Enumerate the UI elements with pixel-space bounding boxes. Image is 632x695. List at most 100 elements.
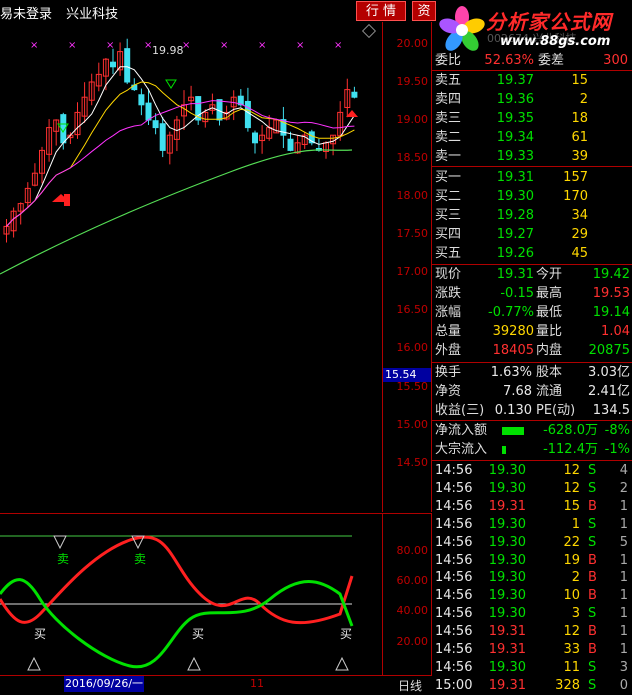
quote-label: 总量 (435, 324, 462, 339)
price-tick: 16.50 (396, 303, 429, 316)
quote-value: -0.77% (488, 305, 534, 320)
tick-volume: 2 (571, 570, 580, 586)
quote-row: 总量 39280 量比 1.04 (432, 323, 632, 341)
divider (432, 166, 632, 167)
tick-row: 15:00 19.31 328 S 0 (432, 677, 632, 695)
tick-side: S (588, 480, 597, 496)
tick-price: 19.31 (488, 498, 526, 514)
ratio-value: 52.63% (484, 53, 534, 68)
date-tick: 11 (250, 677, 264, 690)
tick-price: 19.31 (488, 677, 526, 693)
flow-row: 大宗流入 -112.4万 -1% (432, 441, 632, 459)
divider (432, 420, 632, 421)
ask-row[interactable]: 卖三 19.35 18 (432, 110, 632, 128)
bid-row[interactable]: 买一 19.31 157 (432, 169, 632, 187)
bid-volume: 29 (571, 227, 588, 242)
quote-panel: 委比 52.63% 委差 300 卖五 19.37 15 卖四 19.36 2 … (432, 22, 632, 694)
buy-signal-label: 买 (34, 627, 47, 641)
bid-volume: 45 (571, 246, 588, 261)
tick-volume: 12 (563, 480, 580, 496)
bid-price: 19.27 (496, 227, 534, 242)
quote-row: 现价 19.31 今开 19.42 (432, 266, 632, 284)
tick-count: 1 (619, 642, 628, 657)
candle-body (287, 138, 294, 151)
quote-value-2: 20875 (588, 343, 630, 358)
oscillator-axis: 80.00 60.00 40.00 20.00 (383, 513, 432, 675)
tick-time: 14:56 (435, 480, 473, 496)
top-marker: × (30, 40, 38, 51)
candlestick-chart[interactable]: × × × × × × × × × 19.98 (0, 22, 383, 512)
price-tick: 15.00 (396, 418, 429, 431)
tick-time: 14:56 (435, 588, 473, 604)
bid-row[interactable]: 买五 19.26 45 (432, 245, 632, 263)
flow-pct: -8% (604, 423, 630, 438)
tick-row: 14:56 19.30 2 B 1 (432, 569, 632, 587)
tick-volume: 19 (563, 552, 580, 568)
period-selector[interactable]: 日线 (398, 677, 422, 694)
capital-value-2: 134.5 (592, 403, 630, 418)
ask-row[interactable]: 卖一 19.33 39 (432, 148, 632, 166)
candle-body (252, 132, 258, 144)
quote-row: 外盘 18405 内盘 20875 (432, 342, 632, 360)
quote-button[interactable]: 行 情 (356, 1, 406, 21)
price-tick: 20.00 (396, 37, 429, 50)
capital-row: 收益(三) 0.130 PE(动) 134.5 (432, 402, 632, 420)
tick-count: 1 (619, 588, 628, 604)
capital-value: 7.68 (503, 384, 532, 399)
tick-price: 19.30 (488, 552, 526, 568)
quote-value: 19.31 (496, 267, 534, 282)
tick-price: 19.30 (488, 516, 526, 532)
tick-time: 14:56 (435, 463, 473, 478)
buy-arrow-icon (64, 194, 70, 206)
osc-tick: 80.00 (396, 544, 429, 557)
divider (432, 264, 632, 265)
ask-price: 19.36 (496, 92, 534, 107)
capital-value: 1.63% (490, 365, 532, 380)
divider (432, 460, 632, 461)
ask-price: 19.34 (496, 130, 534, 145)
bid-row[interactable]: 买三 19.28 34 (432, 207, 632, 225)
tick-time: 14:56 (435, 624, 473, 640)
flow-value: -112.4万 (543, 442, 598, 457)
tick-row: 14:56 19.31 33 B 1 (432, 641, 632, 659)
oscillator-panel[interactable]: 卖 卖 买 买 买 (0, 513, 383, 675)
bid-price: 19.31 (496, 170, 534, 185)
info-button[interactable]: 资 (412, 1, 436, 21)
quote-value-2: 19.53 (592, 286, 630, 301)
top-marker: × (106, 40, 114, 51)
tick-price: 19.31 (488, 624, 526, 640)
tick-price: 19.30 (488, 480, 526, 496)
buy-triangle-icon (27, 656, 41, 671)
capital-label: 净资 (435, 384, 462, 399)
sell-signal-label-2: 卖 (134, 552, 147, 566)
tick-count: 2 (619, 480, 628, 496)
osc-tick: 60.00 (396, 574, 429, 587)
quote-value-2: 1.04 (601, 324, 630, 339)
oscillator-svg (0, 535, 354, 671)
quote-value-2: 19.14 (592, 305, 630, 320)
ask-row[interactable]: 卖二 19.34 61 (432, 129, 632, 147)
tick-time: 15:00 (435, 677, 473, 693)
ask-row[interactable]: 卖五 19.37 15 (432, 72, 632, 90)
bid-row[interactable]: 买二 19.30 170 (432, 188, 632, 206)
flow-label: 大宗流入 (435, 442, 488, 457)
tick-volume: 33 (563, 642, 580, 657)
price-tick: 18.50 (396, 151, 429, 164)
moving-average-line (6, 81, 355, 227)
bid-volume: 34 (571, 208, 588, 223)
tick-volume: 11 (563, 659, 580, 675)
ask-price: 19.37 (496, 73, 534, 88)
candle-body (152, 120, 159, 129)
quote-value: -0.15 (500, 286, 534, 301)
bid-row[interactable]: 买四 19.27 29 (432, 226, 632, 244)
capital-label-2: PE(动) (536, 403, 576, 418)
capital-row: 换手 1.63% 股本 3.03亿 (432, 364, 632, 382)
quote-value-2: 19.42 (592, 267, 630, 282)
quote-value: 18405 (492, 343, 534, 358)
tick-count: 1 (619, 498, 628, 514)
tick-row: 14:56 19.30 12 S 4 (432, 462, 632, 480)
top-marker: × (334, 40, 342, 51)
ask-row[interactable]: 卖四 19.36 2 (432, 91, 632, 109)
tick-time: 14:56 (435, 552, 473, 568)
bid-label: 买五 (435, 246, 462, 261)
